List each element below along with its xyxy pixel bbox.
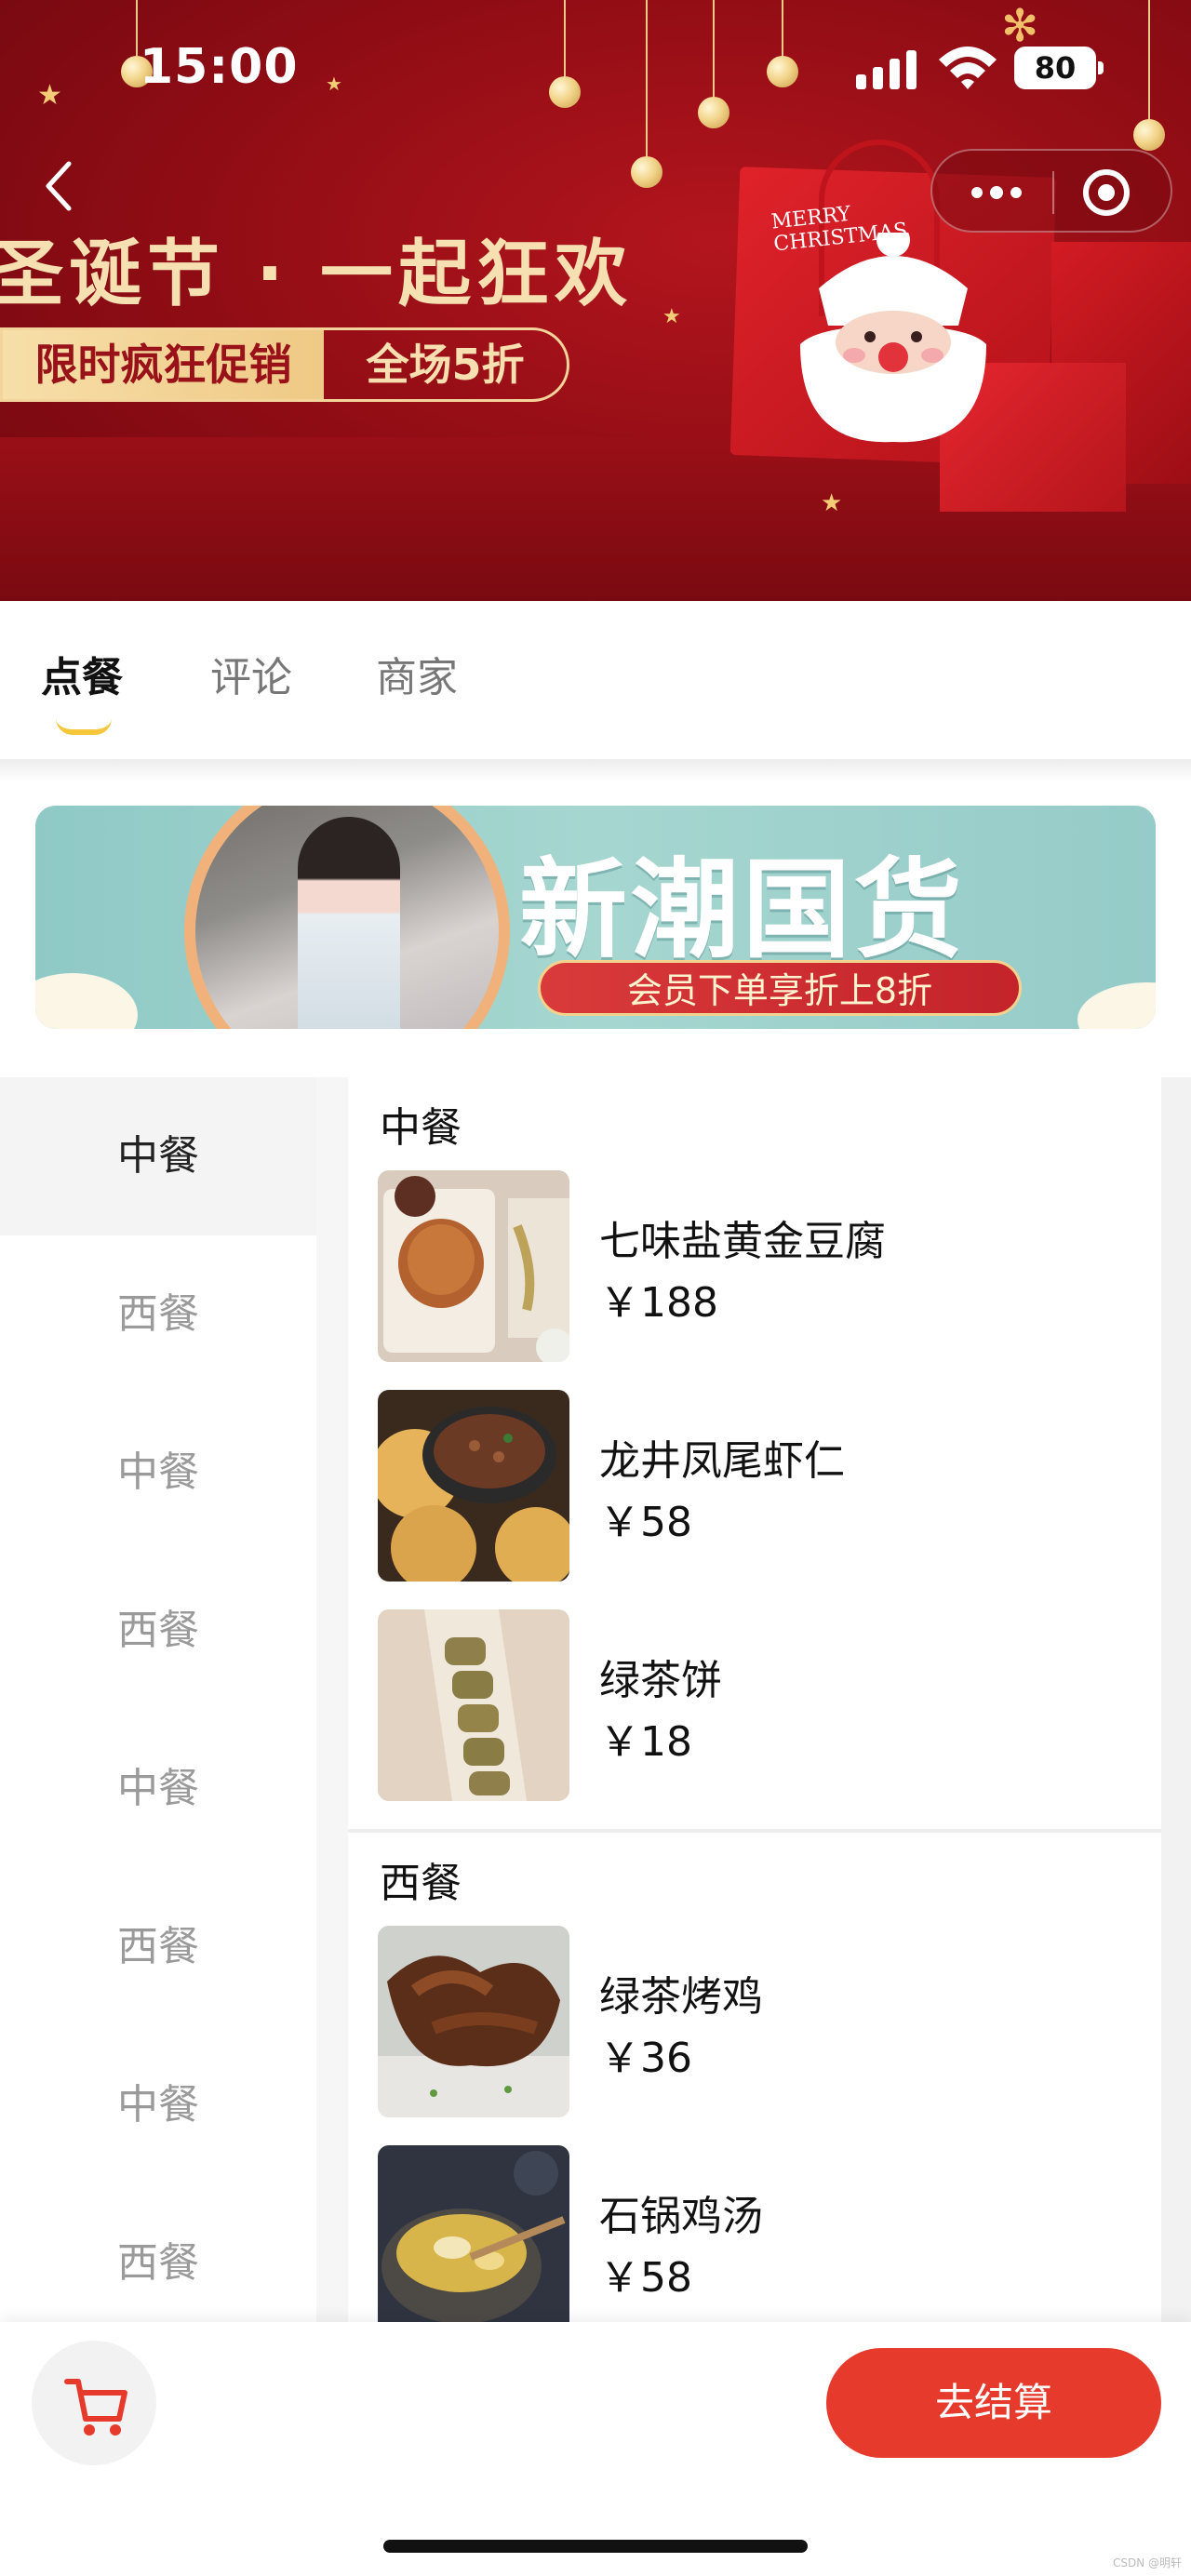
- dish-name: 七味盐黄金豆腐: [599, 1218, 886, 1265]
- dish-name: 绿茶饼: [599, 1657, 722, 1704]
- dish-price: ￥58: [599, 2254, 692, 2302]
- banner-title: 圣诞节 · 一起狂欢: [0, 233, 633, 316]
- dish-price: ￥18: [599, 1718, 692, 1766]
- sidebar-item-western[interactable]: 西餐: [0, 1552, 316, 1710]
- watermark: CSDN @明轩: [1113, 2556, 1183, 2569]
- bottom-bar: 去结算 CSDN @明轩: [0, 2322, 1191, 2576]
- status-time: 15:00: [140, 39, 299, 95]
- sidebar-item-western[interactable]: 西餐: [0, 1235, 316, 1394]
- group-title: 西餐: [380, 1860, 462, 1907]
- dish-image: [378, 1170, 569, 1362]
- dish-item[interactable]: 七味盐黄金豆腐 ￥188: [378, 1170, 1141, 1362]
- mini-program-capsule: [930, 149, 1172, 233]
- close-circle-icon[interactable]: [1083, 169, 1130, 216]
- menu-section: 中餐 西餐 中餐 西餐 中餐 西餐 中餐 西餐 中餐 七味盐黄金豆腐 ￥188 …: [0, 1077, 1191, 2324]
- sidebar-item-western[interactable]: 西餐: [0, 2184, 316, 2324]
- tab-shadow: [0, 759, 1191, 781]
- cart-icon: [64, 2379, 127, 2436]
- group-divider: [348, 1829, 1161, 1833]
- cloud-decoration: [1077, 982, 1156, 1029]
- ornament-ball: [631, 156, 662, 188]
- dish-item[interactable]: 绿茶饼 ￥18: [378, 1609, 1141, 1801]
- checkout-button[interactable]: 去结算: [826, 2348, 1161, 2458]
- battery-level: 80: [1034, 50, 1077, 86]
- tab-bar: 点餐 评论 商家: [0, 601, 1191, 759]
- category-sidebar: 中餐 西餐 中餐 西餐 中餐 西餐 中餐 西餐: [0, 1077, 316, 2324]
- sidebar-item-chinese[interactable]: 中餐: [0, 1394, 316, 1552]
- dish-item[interactable]: 龙井凤尾虾仁 ￥58: [378, 1390, 1141, 1582]
- back-icon[interactable]: [37, 158, 84, 214]
- dish-item[interactable]: 石锅鸡汤 ￥58: [378, 2145, 1141, 2324]
- promo-tag: 限时疯狂促销 全场5折: [0, 327, 569, 402]
- holiday-banner[interactable]: ★ ★ ★ ★ ✻ MERRY CHRISTMAS 15:00 80 圣诞节 ·…: [0, 0, 1191, 601]
- model-figure: [298, 817, 400, 1029]
- sidebar-item-western[interactable]: 西餐: [0, 1868, 316, 2026]
- dish-name: 龙井凤尾虾仁: [599, 1437, 845, 1485]
- promo-left: 限时疯狂促销: [3, 330, 324, 399]
- wifi-icon: [939, 47, 997, 89]
- battery-icon: 80: [1014, 47, 1104, 89]
- sidebar-item-chinese[interactable]: 中餐: [0, 1077, 316, 1235]
- sidebar-item-chinese[interactable]: 中餐: [0, 1710, 316, 1868]
- santa-illustration: [800, 233, 986, 443]
- dish-image: [378, 1609, 569, 1801]
- dish-item[interactable]: 绿茶烤鸡 ￥36: [378, 1926, 1141, 2117]
- tab-merchant[interactable]: 商家: [376, 644, 458, 703]
- dish-price: ￥36: [599, 2035, 692, 2082]
- more-icon[interactable]: [960, 169, 1035, 216]
- star-icon: ★: [662, 305, 681, 328]
- model-photo: [195, 806, 499, 1029]
- sidebar-item-chinese[interactable]: 中餐: [0, 2026, 316, 2184]
- capsule-divider: [1052, 171, 1054, 214]
- group-title: 中餐: [380, 1104, 462, 1152]
- dish-image: [378, 1390, 569, 1582]
- ad-banner[interactable]: 新潮国货 会员下单享折上8折: [35, 806, 1156, 1029]
- cart-button[interactable]: [32, 2341, 156, 2465]
- dish-image: [378, 1926, 569, 2117]
- ad-subtitle: 会员下单享折上8折: [538, 960, 1022, 1016]
- dish-name: 石锅鸡汤: [599, 2193, 763, 2240]
- dish-price: ￥58: [599, 1499, 692, 1546]
- ad-title: 新潮国货: [519, 847, 966, 973]
- dish-list: 中餐 七味盐黄金豆腐 ￥188 龙井凤尾虾仁 ￥58 绿茶饼 ￥18 西餐 绿茶…: [348, 1077, 1161, 2324]
- dish-name: 绿茶烤鸡: [599, 1973, 763, 2021]
- scroll-gutter: [1161, 1077, 1191, 2324]
- dish-price: ￥188: [599, 1279, 718, 1327]
- home-indicator: [383, 2540, 808, 2553]
- tab-reviews[interactable]: 评论: [210, 644, 292, 703]
- star-icon: ★: [821, 489, 843, 517]
- tab-indicator: [56, 718, 112, 735]
- tab-order[interactable]: 点餐: [41, 644, 123, 703]
- status-bar: 15:00 80: [0, 0, 1191, 140]
- cloud-decoration: [35, 973, 138, 1029]
- dish-image: [378, 2145, 569, 2324]
- signal-icon: [856, 48, 921, 89]
- promo-right: 全场5折: [366, 340, 525, 390]
